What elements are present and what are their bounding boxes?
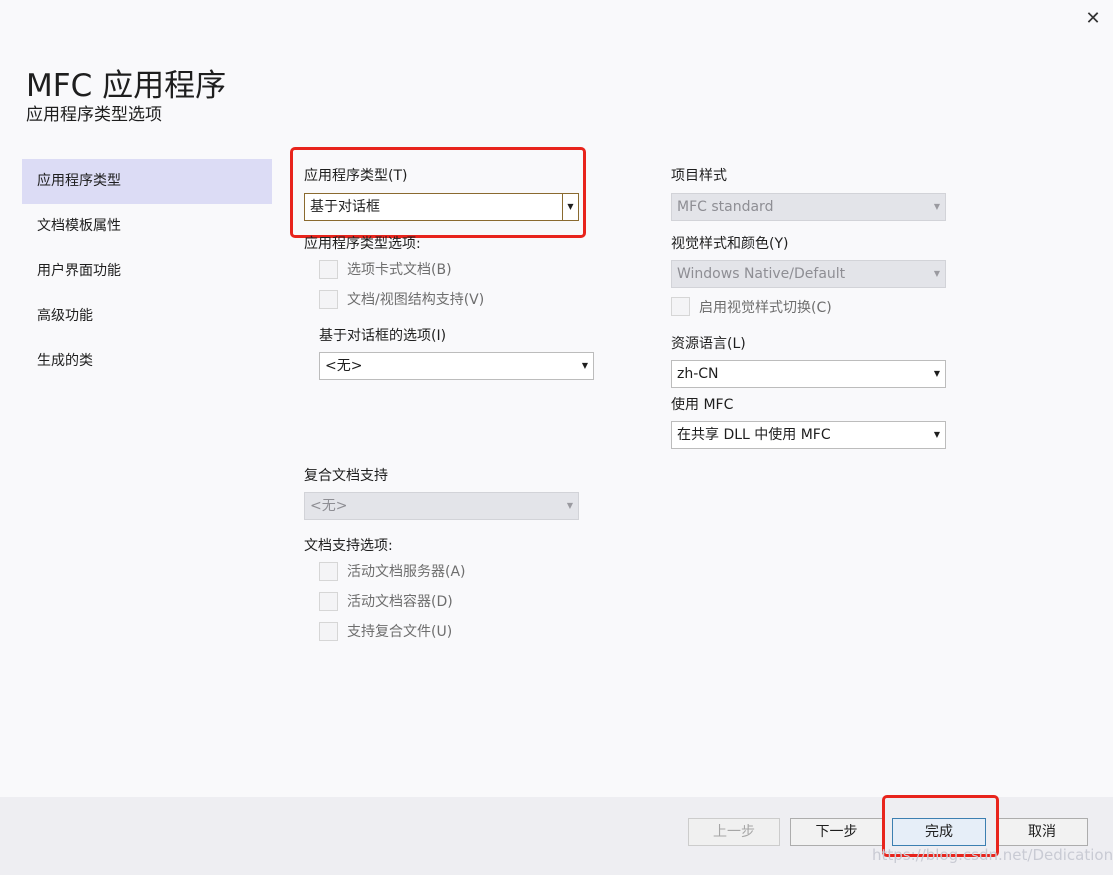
project-style-select[interactable]: MFC standard ▼ [671,193,946,221]
tabbed-docs-label: 选项卡式文档(B) [347,262,452,278]
visual-switch-label: 启用视觉样式切换(C) [699,300,832,316]
chevron-down-icon: ▼ [933,430,941,439]
chevron-down-icon: ▼ [933,369,941,378]
prev-button[interactable]: 上一步 [688,818,780,846]
dialog-options-label: 基于对话框的选项(I) [319,328,447,344]
visual-style-select[interactable]: Windows Native/Default ▼ [671,260,946,288]
doc-view-checkbox[interactable] [319,290,338,309]
sidebar-item-advanced[interactable]: 高级功能 [22,294,272,339]
active-server-checkbox[interactable] [319,562,338,581]
app-type-label: 应用程序类型(T) [304,168,408,184]
chevron-down-icon: ▼ [933,202,941,211]
project-style-label: 项目样式 [671,168,727,184]
next-button[interactable]: 下一步 [790,818,883,846]
tabbed-docs-checkbox[interactable] [319,260,338,279]
use-mfc-value: 在共享 DLL 中使用 MFC [677,427,831,443]
finish-button[interactable]: 完成 [892,818,986,846]
resource-lang-select[interactable]: zh-CN ▼ [671,360,946,388]
resource-lang-value: zh-CN [677,366,719,382]
chevron-down-icon: ▼ [562,194,578,220]
sidebar-item-ui-features[interactable]: 用户界面功能 [22,249,272,294]
sidebar-item-generated-classes[interactable]: 生成的类 [22,339,272,384]
use-mfc-select[interactable]: 在共享 DLL 中使用 MFC ▼ [671,421,946,449]
page-subtitle: 应用程序类型选项 [26,105,162,125]
project-style-value: MFC standard [677,199,774,215]
compound-files-label: 支持复合文件(U) [347,624,453,640]
page-title: MFC 应用程序 [26,68,227,104]
visual-switch-checkbox[interactable] [671,297,690,316]
dialog-options-value: <无> [325,358,363,374]
sidebar-item-app-type[interactable]: 应用程序类型 [22,159,272,204]
chevron-down-icon: ▼ [581,361,589,370]
visual-style-value: Windows Native/Default [677,266,846,282]
compound-doc-value: <无> [310,498,348,514]
close-icon[interactable]: ✕ [1082,8,1104,30]
compound-doc-select[interactable]: <无> ▼ [304,492,579,520]
app-type-options-label: 应用程序类型选项: [304,236,421,252]
compound-doc-label: 复合文档支持 [304,468,388,484]
sidebar-item-doc-template[interactable]: 文档模板属性 [22,204,272,249]
watermark-text: https://blog.csdn.net/Dedication_ [872,846,1113,864]
active-container-checkbox[interactable] [319,592,338,611]
use-mfc-label: 使用 MFC [671,397,734,413]
app-type-select[interactable]: 基于对话框 ▼ [304,193,579,221]
cancel-button[interactable]: 取消 [996,818,1088,846]
visual-style-label: 视觉样式和颜色(Y) [671,236,789,252]
app-type-value: 基于对话框 [310,199,380,215]
active-server-label: 活动文档服务器(A) [347,564,466,580]
doc-support-label: 文档支持选项: [304,538,393,554]
resource-lang-label: 资源语言(L) [671,336,746,352]
dialog-options-select[interactable]: <无> ▼ [319,352,594,380]
chevron-down-icon: ▼ [566,501,574,510]
active-container-label: 活动文档容器(D) [347,594,453,610]
compound-files-checkbox[interactable] [319,622,338,641]
chevron-down-icon: ▼ [933,269,941,278]
doc-view-label: 文档/视图结构支持(V) [347,292,485,308]
